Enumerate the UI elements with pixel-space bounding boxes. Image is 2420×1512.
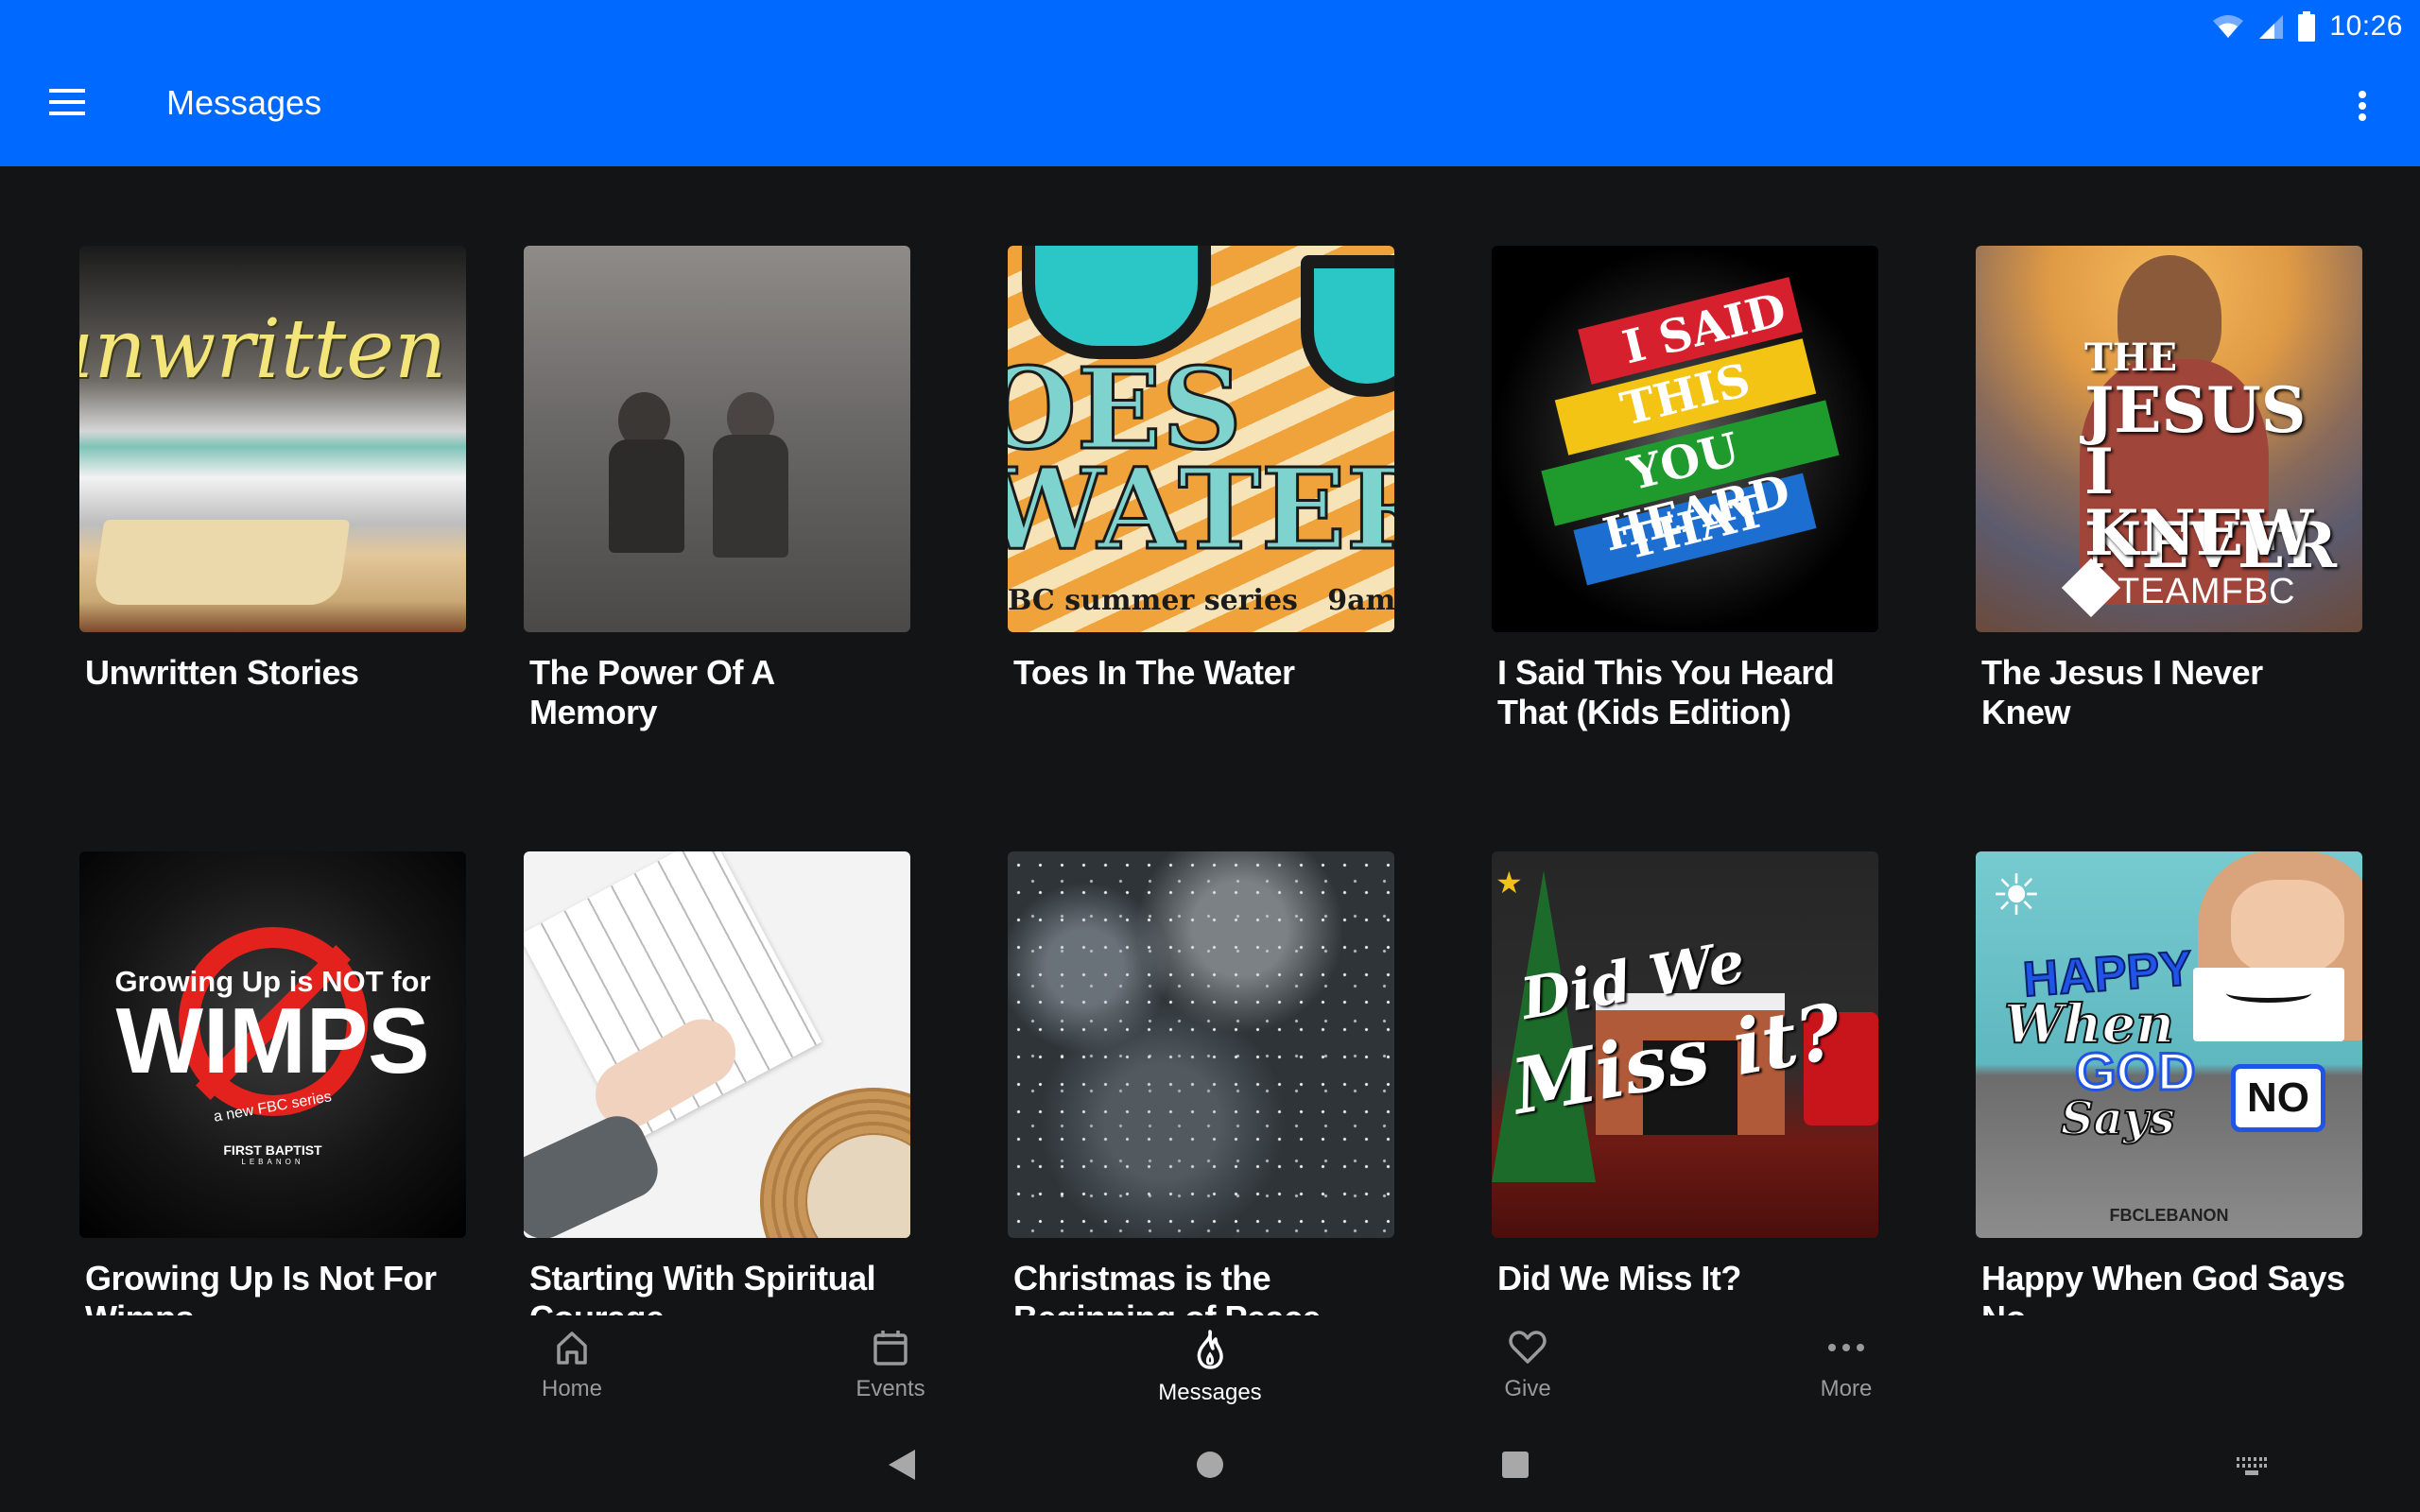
message-thumbnail: I SAID THIS YOU HEARD THAT xyxy=(1492,246,1878,632)
system-nav-bar xyxy=(0,1418,2420,1512)
nav-label: Messages xyxy=(1158,1380,1262,1405)
message-card[interactable]: THE JESUS I NEVER KNEW TEAMFBC The Jesus… xyxy=(1976,246,2362,732)
message-title: Happy When God Says No xyxy=(1981,1259,2345,1315)
message-title: I Said This You Heard That (Kids Edition… xyxy=(1497,653,1835,731)
bottom-nav: Home Events Messages Give More xyxy=(0,1315,2420,1418)
flame-icon xyxy=(1197,1330,1223,1369)
thumbnail-brand: TEAMFBC xyxy=(2118,572,2296,611)
message-title: Toes In The Water xyxy=(1013,653,1295,692)
message-card[interactable]: I SAID THIS YOU HEARD THAT I Said This Y… xyxy=(1492,246,1878,732)
message-card[interactable]: ☀ HAPPY When GOD Says NO FBCLEBANON Happ… xyxy=(1976,851,2362,1315)
message-thumbnail xyxy=(524,246,910,632)
star-icon: ★ xyxy=(1495,866,1523,900)
message-card[interactable]: Growing Up is NOT for WIMPS a new FBC se… xyxy=(79,851,466,1315)
message-thumbnail: ★ Did We Miss it? xyxy=(1492,851,1878,1238)
home-circle-icon[interactable] xyxy=(1195,1450,1225,1480)
nav-label: More xyxy=(1820,1376,1873,1401)
thumbnail-brand-sub: LEBANON xyxy=(241,1158,304,1166)
message-thumbnail xyxy=(1008,851,1394,1238)
sun-icon: ☀ xyxy=(1991,864,2042,927)
nav-item-messages[interactable]: Messages xyxy=(1115,1329,1305,1406)
nav-label: Events xyxy=(856,1376,925,1401)
nav-label: Give xyxy=(1504,1376,1551,1401)
nav-item-home[interactable]: Home xyxy=(477,1329,666,1402)
message-thumbnail: ☀ HAPPY When GOD Says NO FBCLEBANON xyxy=(1976,851,2362,1238)
message-title: Unwritten Stories xyxy=(85,653,359,692)
message-thumbnail: OES WATER BC summer series 9am xyxy=(1008,246,1394,632)
back-icon[interactable] xyxy=(887,1448,919,1482)
thumbnail-art-text: OES WATER xyxy=(1008,343,1394,575)
message-card[interactable]: unwritten stories Unwritten Stories xyxy=(79,246,466,693)
thumbnail-art-main: WIMPS xyxy=(115,988,430,1092)
more-horiz-icon xyxy=(1828,1344,1864,1351)
thumbnail-art-text: unwritten stories xyxy=(79,302,466,397)
hamburger-menu-icon[interactable] xyxy=(49,89,87,117)
battery-icon xyxy=(2298,11,2316,42)
message-title: Did We Miss It? xyxy=(1497,1259,1741,1297)
app-bar: 10:26 Messages xyxy=(0,0,2420,166)
thumbnail-art-line: Says xyxy=(2060,1091,2176,1146)
thumbnail-art-line: NO xyxy=(2231,1064,2325,1132)
nav-item-more[interactable]: More xyxy=(1752,1329,1941,1402)
message-card[interactable]: ★ Did We Miss it? Did We Miss It? xyxy=(1492,851,1878,1298)
message-card[interactable]: Christmas is the Beginning of Peace xyxy=(1008,851,1394,1315)
message-title: Growing Up Is Not For Wimps xyxy=(85,1259,437,1315)
thumbnail-brand: FIRST BAPTIST xyxy=(223,1143,322,1158)
messages-grid: unwritten stories Unwritten Stories The … xyxy=(0,166,2420,1315)
message-title: Christmas is the Beginning of Peace xyxy=(1013,1259,1322,1315)
more-vert-icon[interactable] xyxy=(2348,87,2377,125)
message-title: Starting With Spiritual Courage xyxy=(529,1259,876,1315)
message-thumbnail: THE JESUS I NEVER KNEW TEAMFBC xyxy=(1976,246,2362,632)
thumbnail-brand: FBCLEBANON xyxy=(2109,1206,2229,1225)
status-bar: 10:26 xyxy=(2212,0,2420,53)
thumbnail-art-line: KNEW xyxy=(2084,496,2314,570)
home-icon xyxy=(557,1332,587,1365)
message-title: The Jesus I Never Knew xyxy=(1981,653,2263,731)
thumbnail-art-subtext: BC summer series 9am xyxy=(1008,584,1394,617)
message-thumbnail xyxy=(524,851,910,1238)
cell-signal-icon xyxy=(2259,15,2284,39)
message-card[interactable]: Starting With Spiritual Courage xyxy=(524,851,910,1315)
nav-item-events[interactable]: Events xyxy=(796,1329,985,1402)
message-title: The Power Of A Memory xyxy=(529,653,774,731)
page-title: Messages xyxy=(166,83,322,122)
recents-icon[interactable] xyxy=(1500,1450,1530,1480)
message-card[interactable]: OES WATER BC summer series 9am Toes In T… xyxy=(1008,246,1394,693)
message-card[interactable]: The Power Of A Memory xyxy=(524,246,910,732)
nav-label: Home xyxy=(541,1376,603,1401)
calendar-icon xyxy=(873,1331,908,1366)
wifi-icon xyxy=(2213,15,2244,38)
nav-item-give[interactable]: Give xyxy=(1433,1329,1622,1402)
message-thumbnail: Growing Up is NOT for WIMPS a new FBC se… xyxy=(79,851,466,1238)
heart-icon xyxy=(1509,1331,1547,1364)
message-thumbnail: unwritten stories xyxy=(79,246,466,632)
status-time: 10:26 xyxy=(2329,10,2403,42)
keyboard-icon[interactable] xyxy=(2235,1455,2269,1476)
